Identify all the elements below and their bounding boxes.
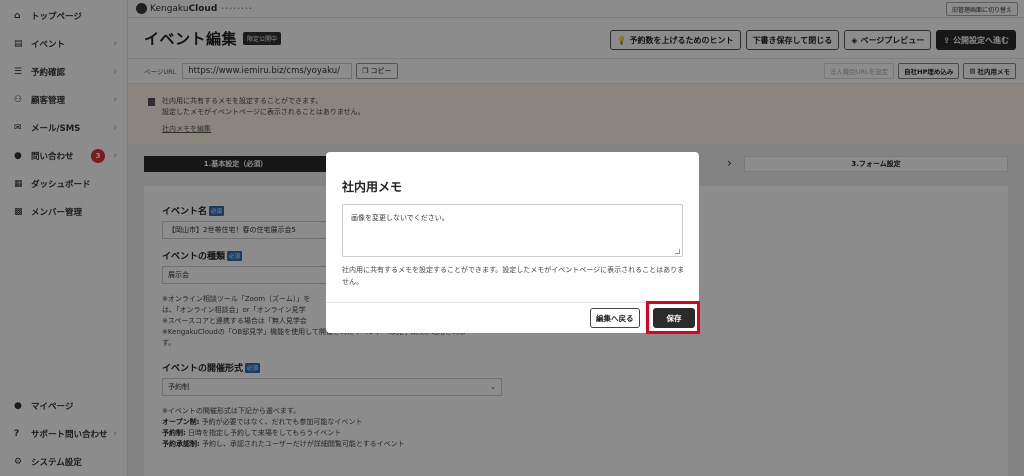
save-highlight-box bbox=[646, 301, 700, 334]
resize-handle-icon[interactable] bbox=[675, 249, 680, 254]
back-label: 編集へ戻る bbox=[596, 313, 634, 323]
modal-help-text: 社内用に共有するメモを設定することができます。設定したメモがイベントページに表示… bbox=[342, 266, 685, 286]
modal-divider bbox=[326, 302, 699, 303]
modal-title: 社内用メモ bbox=[342, 180, 403, 194]
internal-memo-modal: 社内用メモ 画像を変更しないでください。 社内用に共有するメモを設定することがで… bbox=[326, 152, 699, 333]
memo-textarea-value: 画像を変更しないでください。 bbox=[351, 214, 449, 222]
memo-textarea[interactable]: 画像を変更しないでください。 bbox=[342, 204, 683, 257]
back-to-edit-button[interactable]: 編集へ戻る bbox=[590, 308, 640, 328]
